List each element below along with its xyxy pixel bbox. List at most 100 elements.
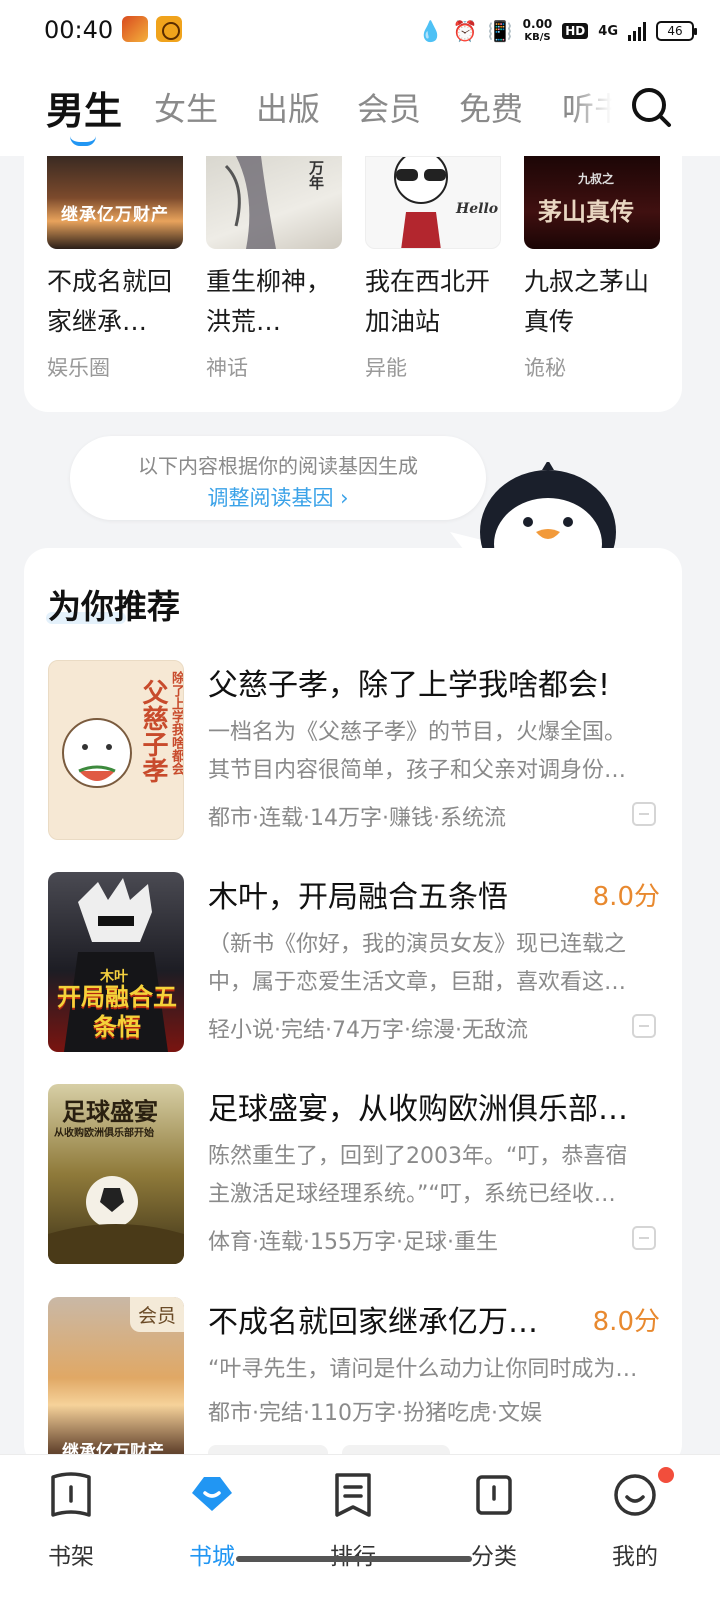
description-line: 陈然重生了，回到了2003年。“叮，恭喜宿 [208, 1144, 628, 1169]
cover-title: Hello [456, 201, 499, 217]
book-list-item[interactable]: 会员 继承亿万财产 不成名就回家继承亿万… 8.0分 “叶寻先生，请问是什么动力… [48, 1297, 660, 1468]
cover-title: 继承亿万财产 [61, 205, 169, 225]
strip-book-tag: 异能 [365, 356, 407, 380]
book-list-item[interactable]: 木叶 开局融合五条悟 木叶，开局融合五条悟 8.0分 （新书《你好，我的演员女友… [48, 872, 660, 1052]
reading-gene-bubble: 以下内容根据你的阅读基因生成 调整阅读基因 › [70, 436, 486, 520]
cover-subtitle: 除了上学我啥都会 [169, 671, 184, 775]
strip-book-title: 不成名就回家继承… [47, 267, 173, 336]
not-interested-button[interactable] [632, 1014, 656, 1038]
book-meta: 都市·完结·110万字·扮猪吃虎·文娱 [208, 1401, 542, 1426]
book-score: 8.0分 [592, 1307, 660, 1337]
tab-publish[interactable]: 出版 [256, 84, 320, 130]
description-line: “叶寻先生，请问是什么动力让你同时成为… [208, 1357, 638, 1382]
bookshelf-icon [51, 1472, 91, 1517]
nav-label: 我的 [612, 1544, 658, 1570]
description-line: 中，属于恋爱生活文章，巨甜，喜欢看这… [208, 970, 627, 995]
active-tab-indicator [70, 136, 96, 146]
book-meta: 体育·连载·155万字·足球·重生 [208, 1230, 498, 1255]
tab-male[interactable]: 男生 [46, 80, 122, 135]
description-line: 主激活足球经理系统。”“叮，系统已经收… [208, 1182, 616, 1207]
bookstore-icon [192, 1477, 232, 1511]
description-line: 其节目内容很简单，孩子和父亲对调身份… [208, 758, 627, 783]
description-line: 一档名为《父慈子孝》的节目，火爆全国。 [208, 720, 627, 745]
cover-title: 父慈子孝 [138, 679, 168, 783]
net-speed: 0.00 KB/S [523, 18, 553, 44]
cover-subtitle: 九叔之 [578, 172, 615, 186]
ranking-icon [335, 1473, 371, 1517]
tab-free[interactable]: 免费 [459, 84, 523, 130]
vibrate-icon: 📳 [487, 19, 513, 43]
bottom-nav: 书架 书城 排行 分类 我的 [0, 1454, 720, 1600]
book-cover: 木叶 开局融合五条悟 [48, 872, 184, 1052]
search-icon[interactable] [630, 86, 672, 128]
vip-tag: 会员 [129, 1297, 184, 1332]
cover-title: 万年 [307, 160, 325, 190]
book-description: 一档名为《父慈子孝》的节目，火爆全国。 其节目内容很简单，孩子和父亲对调身份… [208, 714, 658, 790]
status-bar: 00:40 💧 ⏰ 📳 0.00 KB/S HD 4G 46 [0, 0, 720, 64]
top-tab-bar: 男生 女生 出版 会员 免费 听书 [0, 64, 720, 156]
net-speed-unit: KB/S [524, 32, 551, 43]
nav-label: 排行 [308, 1537, 398, 1571]
profile-icon [614, 1474, 656, 1516]
book-cover: 会员 继承亿万财产 [48, 1297, 184, 1468]
nav-profile[interactable]: 我的 [590, 1471, 680, 1571]
strip-book-title: 重生柳神，洪荒… [206, 267, 332, 336]
book-title: 不成名就回家继承亿万… [208, 1305, 538, 1340]
status-icons: 💧 ⏰ 📳 0.00 KB/S HD 4G 46 [417, 14, 697, 48]
strip-book-tag: 诡秘 [524, 356, 566, 380]
book-cover: 父慈子孝 除了上学我啥都会 [48, 660, 184, 840]
penguin-mascot [450, 462, 616, 558]
cover-title: 开局融合五条悟 [57, 982, 177, 1041]
book-cover: 九叔之 茅山真传 [524, 156, 660, 249]
nav-label: 书城 [189, 1544, 235, 1570]
signal-icon [628, 21, 646, 41]
book-list-item[interactable]: 父慈子孝 除了上学我啥都会 父慈子孝，除了上学我啥都会! 一档名为《父慈子孝》的… [48, 660, 658, 840]
strip-book-title: 九叔之茅山真传 [524, 267, 650, 336]
home-indicator[interactable] [236, 1556, 472, 1562]
adjust-gene-link[interactable]: 调整阅读基因 › [70, 482, 486, 512]
not-interested-button[interactable] [632, 802, 656, 826]
book-strip-card: 继承亿万财产 不成名就回家继承… 娱乐圈 万年 重生柳神，洪荒… 神话 Hell… [24, 156, 682, 412]
book-description: 陈然重生了，回到了2003年。“叮，恭喜宿 主激活足球经理系统。”“叮，系统已经… [208, 1138, 658, 1214]
hd-badge: HD [562, 23, 589, 39]
description-line: （新书《你好，我的演员女友》现已连载之 [208, 932, 627, 957]
book-title: 足球盛宴，从收购欧洲俱乐部… [208, 1092, 628, 1127]
book-score: 8.0分 [592, 882, 660, 912]
tab-vip[interactable]: 会员 [357, 84, 421, 130]
book-title: 木叶，开局融合五条悟 [208, 880, 508, 915]
app-notification-icon [156, 16, 182, 42]
book-list-item[interactable]: 足球盛宴 从收购欧洲俱乐部开始 足球盛宴，从收购欧洲俱乐部… 陈然重生了，回到了… [48, 1084, 658, 1264]
net-speed-value: 0.00 [522, 17, 553, 31]
not-interested-button[interactable] [632, 1226, 656, 1250]
book-description: “叶寻先生，请问是什么动力让你同时成为… [208, 1351, 658, 1389]
book-description: （新书《你好，我的演员女友》现已连载之 中，属于恋爱生活文章，巨甜，喜欢看这… [208, 926, 658, 1002]
battery-icon: 46 [656, 21, 697, 41]
category-icon [476, 1475, 512, 1515]
gene-note: 以下内容根据你的阅读基因生成 [138, 454, 418, 478]
game-app-icon [122, 16, 148, 42]
nav-label: 书架 [48, 1544, 94, 1570]
water-drop-icon: 💧 [417, 19, 443, 43]
book-cover: 万年 [206, 156, 342, 249]
nav-label: 分类 [471, 1544, 517, 1570]
book-meta: 都市·连载·14万字·赚钱·系统流 [208, 806, 506, 831]
cover-title: 茅山真传 [538, 197, 634, 226]
nav-bookshelf[interactable]: 书架 [26, 1471, 116, 1571]
notification-dot [658, 1467, 674, 1483]
tab-fade [570, 64, 630, 156]
book-cover: Hello [365, 156, 501, 249]
strip-book-title: 我在西北开加油站 [365, 267, 491, 336]
recommend-card: 为你推荐 父慈子孝 除了上学我啥都会 父慈子孝，除了上学我啥都会! 一档名为《父… [24, 548, 682, 1468]
book-title: 父慈子孝，除了上学我啥都会! [208, 668, 611, 703]
book-meta: 轻小说·完结·74万字·综漫·无敌流 [208, 1018, 528, 1043]
cover-subtitle: 从收购欧洲俱乐部开始 [54, 1128, 154, 1139]
network-type: 4G [598, 23, 618, 39]
strip-book-tag: 神话 [206, 356, 248, 380]
status-time: 00:40 [44, 16, 114, 44]
tab-female[interactable]: 女生 [154, 84, 218, 130]
alarm-icon: ⏰ [452, 19, 478, 43]
book-cover: 足球盛宴 从收购欧洲俱乐部开始 [48, 1084, 184, 1264]
recommend-title: 为你推荐 [48, 587, 180, 626]
cover-title: 足球盛宴 [62, 1097, 158, 1126]
strip-book-tag: 娱乐圈 [47, 356, 110, 380]
